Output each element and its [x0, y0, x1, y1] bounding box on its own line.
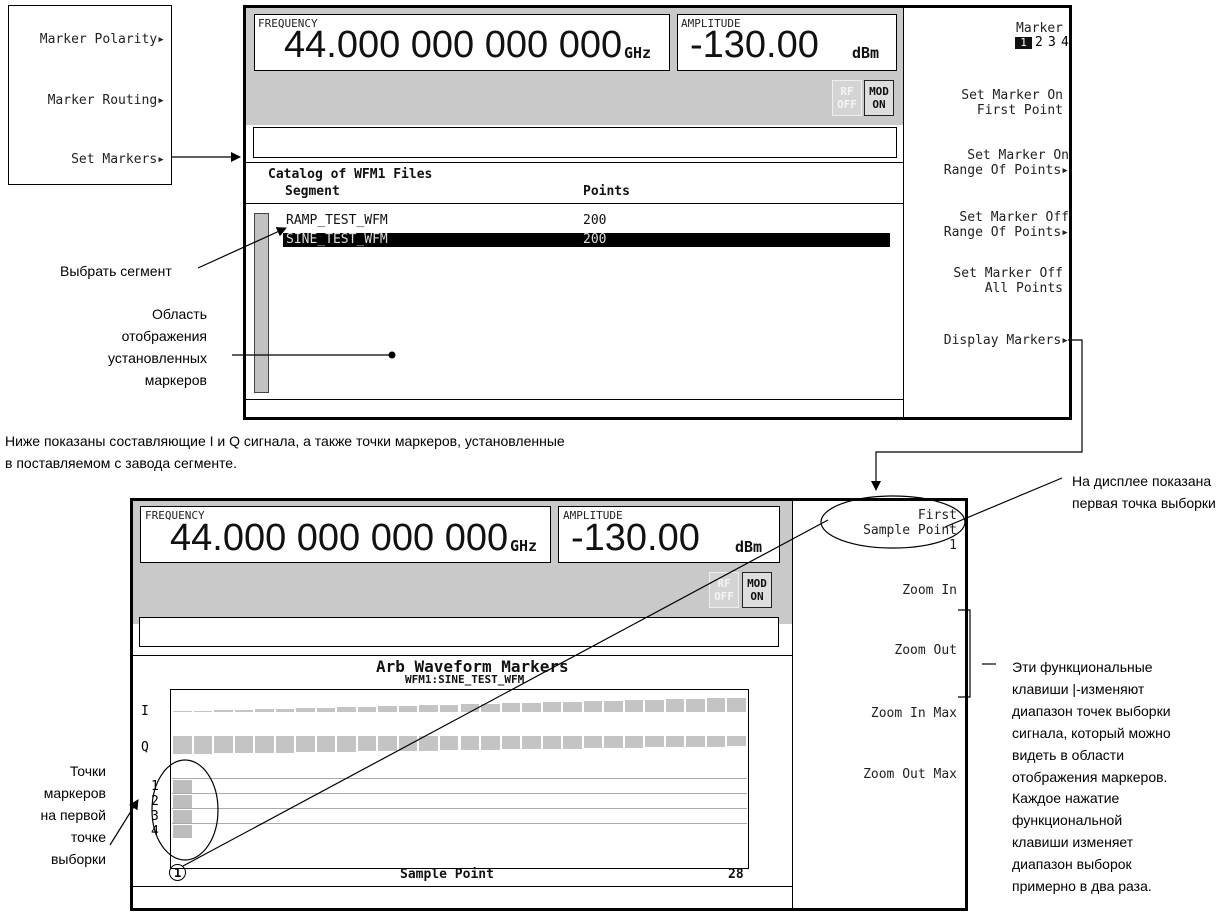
select-segment-line — [197, 227, 287, 269]
first-sample-ellipse — [820, 495, 966, 549]
callout-overlay — [109, 152, 1083, 867]
marker-points-ellipse — [151, 759, 219, 861]
zoom-bracket — [958, 609, 971, 698]
marker-points-callout-line — [109, 799, 139, 846]
display-markers-connector — [871, 339, 1083, 491]
first-sample-callout-line — [944, 477, 1063, 528]
first-point-diagonal — [182, 519, 829, 867]
display-area-dot — [388, 351, 396, 359]
